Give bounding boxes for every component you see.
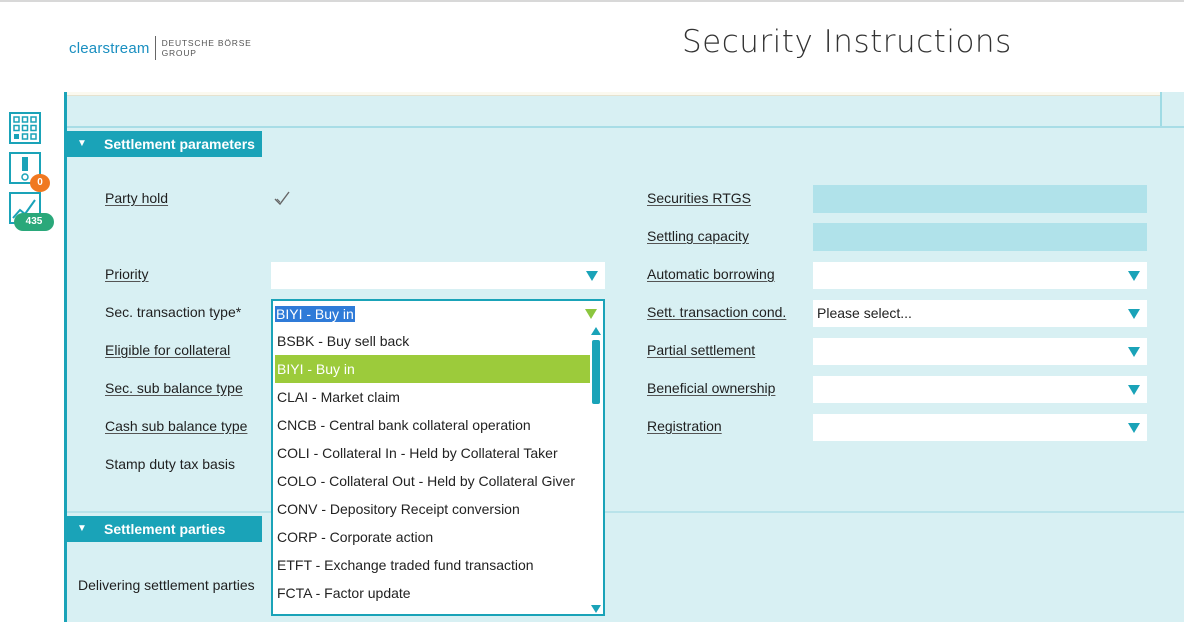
section-settlement-parties[interactable]: ▼ Settlement parties [67,516,262,542]
logo-wordmark: clearstream [69,39,150,57]
securities-rtgs-field [813,185,1147,213]
sett-transaction-cond-select[interactable]: Please select... [813,300,1147,327]
dropdown-option[interactable]: FCTA - Factor update [275,579,590,607]
eligible-for-collateral-label[interactable]: Eligible for collateral [105,342,230,358]
stamp-duty-tax-basis-label: Stamp duty tax basis [105,456,235,472]
dashboard-grid-icon[interactable] [9,112,41,144]
partial-settlement-select[interactable] [813,338,1147,365]
scroll-up-arrow-icon[interactable] [591,327,601,335]
priority-label[interactable]: Priority [105,266,149,282]
securities-rtgs-label[interactable]: Securities RTGS [647,190,751,206]
clearstream-logo: clearstream DEUTSCHE BÖRSE GROUP [69,36,252,60]
dropdown-option[interactable]: CONV - Depository Receipt conversion [275,495,590,523]
sec-transaction-type-selected-value[interactable]: BIYI - Buy in [275,306,355,322]
page-title: Security Instructions [682,24,1012,60]
collapse-triangle-icon: ▼ [77,138,87,149]
delivering-settlement-parties-label: Delivering settlement parties [78,577,255,593]
dropdown-option[interactable]: CORP - Corporate action [275,523,590,551]
top-border [0,0,1184,2]
collapse-triangle-icon: ▼ [77,523,87,534]
automatic-borrowing-label[interactable]: Automatic borrowing [647,266,775,282]
dropdown-options-list: BSBK - Buy sell back BIYI - Buy in CLAI … [275,327,590,607]
dropdown-option-highlighted[interactable]: BIYI - Buy in [275,355,590,383]
logo-separator [154,36,156,60]
chevron-down-icon [1128,423,1140,433]
chevron-down-icon [586,271,598,281]
partial-settlement-label[interactable]: Partial settlement [647,342,755,358]
dropdown-option[interactable]: COLO - Collateral Out - Held by Collater… [275,467,590,495]
chevron-down-icon[interactable] [585,309,597,319]
chevron-down-icon [1128,271,1140,281]
sec-sub-balance-type-label[interactable]: Sec. sub balance type [105,380,243,396]
dropdown-option[interactable]: ETFT - Exchange traded fund transaction [275,551,590,579]
section-settlement-parameters[interactable]: ▼ Settlement parameters [67,131,262,157]
scroll-down-arrow-icon[interactable] [591,605,601,613]
scrollbar-thumb[interactable] [592,340,600,404]
sett-transaction-cond-value: Please select... [817,305,912,321]
activity-count-badge: 435 [14,213,54,231]
party-hold-checkmark-icon[interactable] [273,190,291,206]
panel-top-band-right [1161,92,1184,124]
dropdown-option[interactable]: CNCB - Central bank collateral operation [275,411,590,439]
automatic-borrowing-select[interactable] [813,262,1147,289]
cash-sub-balance-type-label[interactable]: Cash sub balance type [105,418,247,434]
logo-group-text: DEUTSCHE BÖRSE GROUP [161,38,252,58]
settling-capacity-label[interactable]: Settling capacity [647,228,749,244]
section-divider-middle [67,511,1184,513]
panel-top-band [67,92,1161,96]
sett-transaction-cond-label[interactable]: Sett. transaction cond. [647,304,786,320]
section-divider-top [67,126,1184,128]
sec-transaction-type-label: Sec. transaction type* [105,304,242,320]
sec-transaction-type-dropdown[interactable]: BIYI - Buy in BSBK - Buy sell back BIYI … [271,299,605,616]
dropdown-option[interactable]: COLI - Collateral In - Held by Collatera… [275,439,590,467]
tasks-count-badge: 0 [30,174,50,192]
chevron-down-icon [1128,347,1140,357]
chevron-down-icon [1128,385,1140,395]
panel-right-edge [1160,92,1162,126]
priority-select[interactable] [271,262,605,289]
registration-label[interactable]: Registration [647,418,722,434]
dropdown-option[interactable]: BSBK - Buy sell back [275,327,590,355]
settling-capacity-field [813,223,1147,251]
dropdown-scrollbar[interactable] [590,327,602,613]
beneficial-ownership-select[interactable] [813,376,1147,403]
dropdown-option[interactable]: CLAI - Market claim [275,383,590,411]
beneficial-ownership-label[interactable]: Beneficial ownership [647,380,775,396]
party-hold-label[interactable]: Party hold [105,190,168,206]
registration-select[interactable] [813,414,1147,441]
chevron-down-icon [1128,309,1140,319]
